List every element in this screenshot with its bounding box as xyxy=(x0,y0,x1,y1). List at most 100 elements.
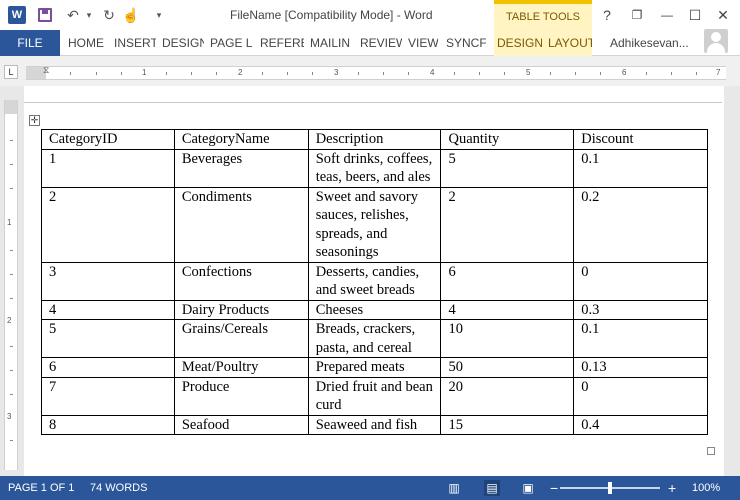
ruler-number: 1 xyxy=(142,68,147,77)
table-move-handle-icon[interactable]: ✛ xyxy=(29,115,40,126)
read-mode-button[interactable]: ▥ xyxy=(446,480,462,496)
status-bar: PAGE 1 OF 1 74 WORDS ▥ ▤ ▣ − + 100% xyxy=(0,476,740,500)
vertical-ruler[interactable]: 1 2 3 xyxy=(4,100,18,470)
customize-qat-button[interactable]: ▾ xyxy=(148,4,170,26)
ruler-number: 5 xyxy=(526,68,531,77)
web-layout-button[interactable]: ▣ xyxy=(520,480,536,496)
tab-syncfusion[interactable]: SYNCF xyxy=(446,30,486,56)
minimize-button[interactable]: — xyxy=(656,5,678,25)
undo-button[interactable]: ↶ xyxy=(62,4,84,26)
print-layout-button[interactable]: ▤ xyxy=(484,480,500,496)
zoom-level[interactable]: 100% xyxy=(692,476,720,500)
cell-quantity[interactable]: 15 xyxy=(440,414,575,435)
cell-description[interactable]: Prepared meats xyxy=(307,357,442,378)
touch-mode-button[interactable]: ☝ xyxy=(120,4,142,26)
cell-category-name[interactable]: Dairy Products xyxy=(173,299,309,320)
word-app-icon[interactable]: W xyxy=(6,4,28,26)
cell-quantity[interactable]: 50 xyxy=(440,357,575,378)
cell-description[interactable]: Dried fruit and bean curd xyxy=(307,376,442,416)
table-row: 8 Seafood Seaweed and fish 15 0.4 xyxy=(41,414,708,435)
cell-category-name[interactable]: Confections xyxy=(173,261,309,301)
header-category-name[interactable]: CategoryName xyxy=(173,129,309,150)
cell-category-id[interactable]: 8 xyxy=(41,414,175,435)
word-logo-icon: W xyxy=(8,6,26,24)
cell-category-name[interactable]: Grains/Cereals xyxy=(173,319,309,358)
cell-category-name[interactable]: Condiments xyxy=(173,186,309,263)
avatar[interactable] xyxy=(704,29,728,53)
tab-page-layout[interactable]: PAGE L xyxy=(210,30,254,56)
tab-design[interactable]: DESIGN xyxy=(162,30,204,56)
page-count[interactable]: PAGE 1 OF 1 xyxy=(8,476,74,500)
cell-discount[interactable]: 0.13 xyxy=(573,357,708,378)
cell-quantity[interactable]: 2 xyxy=(440,186,575,263)
cell-category-name[interactable]: Meat/Poultry xyxy=(173,357,309,378)
cell-discount[interactable]: 0.2 xyxy=(573,186,708,263)
cell-description[interactable]: Soft drinks, coffees, teas, beers, and a… xyxy=(307,148,442,188)
cell-quantity[interactable]: 4 xyxy=(440,299,575,320)
cell-quantity[interactable]: 20 xyxy=(440,376,575,416)
tab-view[interactable]: VIEW xyxy=(408,30,438,56)
cell-discount[interactable]: 0 xyxy=(573,376,708,416)
cell-quantity[interactable]: 6 xyxy=(440,261,575,301)
cell-description[interactable]: Seaweed and fish xyxy=(307,414,442,435)
help-button[interactable]: ? xyxy=(596,5,618,25)
tab-home[interactable]: HOME xyxy=(68,30,106,56)
cell-discount[interactable]: 0 xyxy=(573,261,708,301)
cell-category-id[interactable]: 7 xyxy=(41,376,175,416)
cell-category-name[interactable]: Beverages xyxy=(173,148,309,188)
tab-file[interactable]: FILE xyxy=(0,30,60,56)
tab-mailings[interactable]: MAILIN xyxy=(310,30,354,56)
table-resize-handle[interactable] xyxy=(707,447,715,455)
zoom-out-button[interactable]: − xyxy=(550,476,558,500)
table-row: 7 Produce Dried fruit and bean curd 20 0 xyxy=(41,376,708,416)
ruler-number: 2 xyxy=(7,316,12,325)
undo-dropdown-button[interactable]: ▾ xyxy=(84,4,94,26)
header-discount[interactable]: Discount xyxy=(573,129,708,150)
cell-discount[interactable]: 0.4 xyxy=(573,414,708,435)
cell-category-id[interactable]: 1 xyxy=(41,148,175,188)
ribbon-display-options-button[interactable]: ❐ xyxy=(626,5,648,25)
tab-review[interactable]: REVIEW xyxy=(360,30,402,56)
cell-description[interactable]: Sweet and savory sauces, relishes, sprea… xyxy=(307,186,442,263)
maximize-button[interactable]: ☐ xyxy=(684,5,706,25)
cell-quantity[interactable]: 5 xyxy=(440,148,575,188)
cell-discount[interactable]: 0.1 xyxy=(573,319,708,358)
document-page[interactable]: ✛ CategoryID CategoryName Description Qu… xyxy=(24,86,724,476)
cell-category-id[interactable]: 5 xyxy=(41,319,175,358)
ruler-tick xyxy=(10,370,13,371)
word-count[interactable]: 74 WORDS xyxy=(90,476,147,500)
redo-button[interactable]: ↻ xyxy=(98,4,120,26)
header-quantity[interactable]: Quantity xyxy=(440,129,575,150)
cell-description[interactable]: Desserts, candies, and sweet breads xyxy=(307,261,442,301)
ruler-tick xyxy=(10,140,13,141)
tab-table-design[interactable]: DESIGN xyxy=(494,30,542,56)
tab-selector[interactable]: L xyxy=(4,65,18,79)
cell-description[interactable]: Cheeses xyxy=(307,299,442,320)
tab-insert[interactable]: INSERT xyxy=(114,30,156,56)
cell-category-id[interactable]: 6 xyxy=(41,357,175,378)
save-button[interactable] xyxy=(34,4,56,26)
header-description[interactable]: Description xyxy=(307,129,442,150)
tab-references[interactable]: REFERE xyxy=(260,30,304,56)
horizontal-ruler[interactable]: ⧖ 1 2 3 4 5 6 7 xyxy=(26,65,726,80)
zoom-in-button[interactable]: + xyxy=(668,476,676,500)
cell-discount[interactable]: 0.1 xyxy=(573,148,708,188)
cell-quantity[interactable]: 10 xyxy=(440,319,575,358)
account-name[interactable]: Adhikesevan... xyxy=(610,30,689,56)
header-category-id[interactable]: CategoryID xyxy=(41,129,175,150)
ruler-number: 3 xyxy=(7,412,12,421)
zoom-slider-thumb[interactable] xyxy=(608,482,612,494)
close-button[interactable]: ✕ xyxy=(712,5,734,25)
cell-description[interactable]: Breads, crackers, pasta, and cereal xyxy=(307,319,442,358)
top-margin-area xyxy=(5,100,17,114)
cell-category-id[interactable]: 2 xyxy=(41,186,175,263)
data-table[interactable]: CategoryID CategoryName Description Quan… xyxy=(41,129,708,435)
cell-category-id[interactable]: 3 xyxy=(41,261,175,301)
tab-table-layout[interactable]: LAYOUT xyxy=(542,30,592,56)
cell-category-id[interactable]: 4 xyxy=(41,299,175,320)
indent-marker-icon[interactable]: ⧖ xyxy=(43,65,49,76)
undo-icon: ↶ xyxy=(67,6,79,23)
cell-discount[interactable]: 0.3 xyxy=(573,299,708,320)
cell-category-name[interactable]: Produce xyxy=(173,376,309,416)
cell-category-name[interactable]: Seafood xyxy=(173,414,309,435)
